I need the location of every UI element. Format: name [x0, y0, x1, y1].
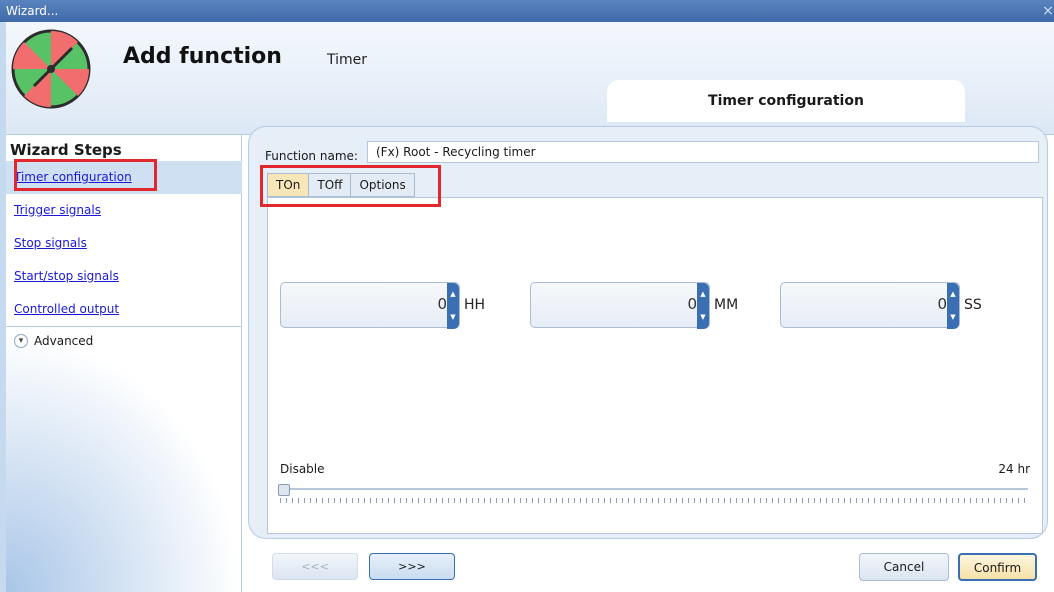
tab-panel-ton: 0 ▲ ▼ HH 0 ▲ ▼ MM 0 ▲ ▼ SS Disable 24 hr	[267, 197, 1043, 534]
spin-down-icon[interactable]: ▼	[697, 306, 709, 329]
step-title: Timer configuration	[607, 80, 965, 122]
seconds-unit: SS	[964, 297, 982, 313]
seconds-group: 0 ▲ ▼ SS	[780, 282, 982, 329]
minutes-group: 0 ▲ ▼ MM	[530, 282, 739, 329]
spin-up-icon[interactable]: ▲	[947, 283, 959, 306]
wizard-steps-list: Timer configuration Trigger signals Stop…	[6, 161, 242, 354]
minutes-value: 0	[687, 295, 697, 313]
step-controlled-output[interactable]: Controlled output	[6, 293, 242, 326]
function-name-field[interactable]: (Fx) Root - Recycling timer	[367, 141, 1039, 163]
page-title: Add function	[123, 44, 282, 69]
advanced-expander[interactable]: ▾ Advanced	[6, 326, 242, 354]
tab-options[interactable]: Options	[350, 173, 415, 197]
step-timer-configuration[interactable]: Timer configuration	[6, 161, 242, 194]
hours-stepper[interactable]: 0 ▲ ▼	[280, 282, 460, 329]
seconds-spin-buttons: ▲ ▼	[947, 283, 959, 329]
slider-max-label: 24 hr	[998, 462, 1030, 476]
confirm-button[interactable]: Confirm	[958, 553, 1037, 581]
window-titlebar: Wizard... ×	[0, 0, 1054, 22]
hours-spin-buttons: ▲ ▼	[447, 283, 459, 329]
wizard-header: Add function Timer Timer configuration	[6, 22, 1054, 135]
wizard-sidebar: Wizard Steps Timer configuration Trigger…	[6, 135, 242, 592]
seconds-value: 0	[937, 295, 947, 313]
minutes-unit: MM	[714, 297, 739, 313]
chevron-down-icon: ▾	[14, 333, 28, 348]
seconds-stepper[interactable]: 0 ▲ ▼	[780, 282, 960, 329]
hours-group: 0 ▲ ▼ HH	[280, 282, 486, 329]
function-name-label: Function name:	[265, 149, 358, 163]
tab-toff[interactable]: TOff	[308, 173, 352, 197]
page-subtitle: Timer	[327, 52, 368, 68]
step-trigger-signals[interactable]: Trigger signals	[6, 194, 242, 227]
spin-up-icon[interactable]: ▲	[447, 283, 459, 306]
next-button[interactable]: >>>	[369, 553, 455, 580]
spin-down-icon[interactable]: ▼	[947, 306, 959, 329]
step-start-stop-signals[interactable]: Start/stop signals	[6, 260, 242, 293]
sidebar-decoration	[6, 332, 242, 592]
hours-unit: HH	[464, 297, 486, 313]
content-panel: Function name: (Fx) Root - Recycling tim…	[248, 126, 1048, 539]
advanced-label: Advanced	[34, 333, 94, 348]
timer-slider-track[interactable]	[280, 488, 1028, 490]
close-icon[interactable]: ×	[1042, 0, 1054, 22]
minutes-spin-buttons: ▲ ▼	[697, 283, 709, 329]
wizard-frame: Add function Timer Timer configuration W…	[6, 22, 1054, 592]
spin-down-icon[interactable]: ▼	[447, 306, 459, 329]
wheel-logo-icon	[11, 29, 91, 109]
tab-ton[interactable]: TOn	[267, 173, 310, 197]
cancel-button[interactable]: Cancel	[859, 553, 949, 581]
back-button[interactable]: <<<	[272, 553, 358, 580]
hours-value: 0	[437, 295, 447, 313]
sidebar-title: Wizard Steps	[10, 141, 122, 159]
window-title: Wizard...	[6, 4, 59, 18]
slider-ticks	[280, 498, 1028, 503]
slider-min-label: Disable	[280, 462, 325, 476]
minutes-stepper[interactable]: 0 ▲ ▼	[530, 282, 710, 329]
spin-up-icon[interactable]: ▲	[697, 283, 709, 306]
timer-tabs: TOn TOff Options	[267, 173, 415, 197]
wizard-footer: <<< >>> Cancel Confirm	[248, 544, 1054, 592]
slider-thumb[interactable]	[278, 484, 290, 496]
step-stop-signals[interactable]: Stop signals	[6, 227, 242, 260]
